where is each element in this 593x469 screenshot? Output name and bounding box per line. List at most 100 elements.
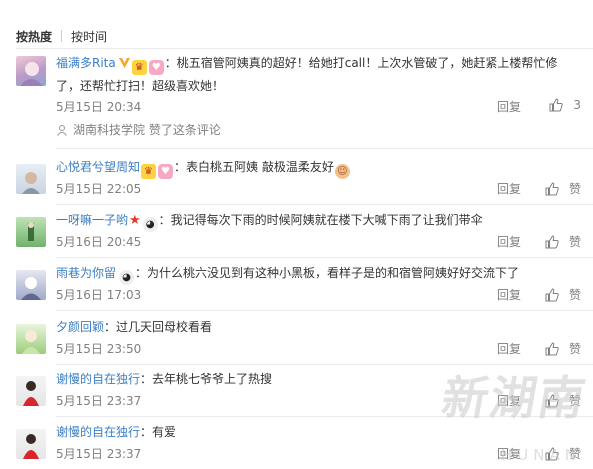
thumb-up-icon	[545, 393, 559, 407]
comment-item: 雨巷为你留 ◕ ：为什么桃六没见到有这种小黑板，看样子是的和宿管阿姨好好交流下了 5…	[16, 262, 593, 306]
reply-button[interactable]: 回复	[497, 98, 521, 115]
tabs-divider	[16, 48, 593, 49]
tab-sort-time[interactable]: 按时间	[71, 28, 107, 45]
like-button[interactable]: 赞	[545, 180, 581, 197]
username[interactable]: 心悦君兮望周知	[56, 160, 140, 174]
sort-tabs: 按热度 按时间	[16, 26, 107, 46]
comment-meta: 5月15日 23:37 回复 赞	[56, 392, 581, 410]
comment-body: 谢慢的自在独行：有爱	[56, 421, 581, 443]
comment-text: ：为什么桃六没见到有这种小黑板，看样子是的和宿管阿姨好好交流下了	[135, 266, 520, 280]
like-button[interactable]: 赞	[545, 340, 581, 357]
username[interactable]: 雨巷为你留	[56, 266, 116, 280]
username[interactable]: 夕颜回颖	[56, 320, 104, 334]
username[interactable]: 谢慢的自在独行	[56, 372, 140, 386]
comment-body: 福满多Rita ♛ ♥ ：桃五宿管阿姨真的超好！给她打call！上次水管破了，她赶紧上…	[56, 52, 581, 97]
like-label: 赞	[568, 342, 581, 356]
comment-body: 心悦君兮望周知 ♛ ♥ ：表白桃五阿姨 敲极温柔友好 ☺	[56, 156, 581, 179]
avatar[interactable]	[16, 164, 46, 194]
liked-by-line: 湖南科技学院 赞了这条评论	[56, 121, 221, 138]
avatar[interactable]	[16, 376, 46, 406]
avatar[interactable]	[16, 429, 46, 459]
comment-text: ：去年桃七爷爷上了热搜	[140, 372, 273, 386]
comment-item: 心悦君兮望周知 ♛ ♥ ：表白桃五阿姨 敲极温柔友好 ☺ 5月15日 22:05 回复 …	[16, 156, 593, 200]
crown-icon: ♛	[141, 164, 157, 179]
comment-meta: 5月15日 23:37 回复 赞	[56, 445, 581, 463]
reply-button[interactable]: 回复	[497, 233, 521, 250]
panda-emoji-icon: ◕	[142, 217, 158, 232]
user-icon	[57, 124, 67, 136]
avatar[interactable]	[16, 217, 46, 247]
tab-divider	[61, 30, 63, 42]
comment-text: ：有爱	[140, 425, 177, 439]
like-button[interactable]: 赞	[545, 233, 581, 250]
comment-text: ：桃五宿管阿姨真的超好！给她打call！上次水管破了，她赶紧上楼帮忙修	[164, 56, 558, 70]
comment-divider	[56, 416, 593, 417]
thumb-up-icon	[545, 234, 559, 248]
avatar-image	[20, 62, 43, 86]
comment-divider	[56, 148, 593, 149]
timestamp: 5月16日 20:45	[56, 235, 142, 249]
like-label: 赞	[568, 235, 581, 249]
username[interactable]: 福满多Rita	[56, 56, 116, 70]
comment-body: 雨巷为你留 ◕ ：为什么桃六没见到有这种小黑板，看样子是的和宿管阿姨好好交流下了	[56, 262, 581, 285]
like-button[interactable]: 赞	[545, 286, 581, 303]
reply-button[interactable]: 回复	[497, 340, 521, 357]
avatar-image	[22, 330, 40, 354]
timestamp: 5月15日 23:50	[56, 342, 142, 356]
like-button[interactable]: 3	[549, 98, 581, 112]
username[interactable]: 谢慢的自在独行	[56, 425, 140, 439]
comment-meta: 5月15日 23:50 回复 赞	[56, 340, 581, 358]
comment-meta: 5月15日 20:34 回复 3	[56, 98, 581, 116]
thumb-up-icon	[545, 341, 559, 355]
comment-meta: 5月16日 20:45 回复 赞	[56, 233, 581, 251]
reply-button[interactable]: 回复	[497, 180, 521, 197]
liked-text: 赞了这条评论	[148, 123, 221, 137]
reply-button[interactable]: 回复	[497, 286, 521, 303]
timestamp: 5月15日 23:37	[56, 447, 142, 461]
star-icon: ★	[129, 213, 141, 228]
like-button[interactable]: 赞	[545, 445, 581, 462]
avatar-image	[23, 381, 39, 406]
thumb-up-icon	[545, 287, 559, 301]
avatar-image	[28, 222, 34, 241]
like-count: 3	[573, 98, 581, 112]
username[interactable]: 一呀嘛一子哟	[56, 213, 128, 227]
avatar-image	[22, 172, 40, 194]
timestamp: 5月16日 17:03	[56, 288, 142, 302]
crown-icon: ♛	[131, 60, 147, 75]
avatar[interactable]	[16, 324, 46, 354]
comment-divider	[56, 204, 593, 205]
comment-text: ：我记得每次下雨的时候阿姨就在楼下大喊下雨了让我们带伞	[158, 213, 483, 227]
liker-name[interactable]: 湖南科技学院	[73, 121, 145, 138]
like-button[interactable]: 赞	[545, 392, 581, 409]
like-label: 赞	[568, 394, 581, 408]
comment-divider	[56, 257, 593, 258]
tab-sort-hot[interactable]: 按热度	[16, 28, 52, 45]
timestamp: 5月15日 23:37	[56, 394, 142, 408]
like-label: 赞	[568, 288, 581, 302]
comment-divider	[56, 310, 593, 311]
avatar[interactable]	[16, 56, 46, 86]
avatar-image	[23, 434, 39, 459]
comment-text-cont: 了，还帮忙打扫！超级喜欢她！	[56, 79, 225, 93]
comment-divider	[56, 364, 593, 365]
comment-meta: 5月16日 17:03 回复 赞	[56, 286, 581, 304]
comment-body: 夕颜回颖：过几天回母校看看	[56, 316, 581, 338]
like-label: 赞	[568, 182, 581, 196]
comment-item: 福满多Rita ♛ ♥ ：桃五宿管阿姨真的超好！给她打call！上次水管破了，她赶紧上…	[16, 54, 593, 140]
comment-body: 一呀嘛一子哟★ ◕ ：我记得每次下雨的时候阿姨就在楼下大喊下雨了让我们带伞	[56, 209, 581, 232]
reply-button[interactable]: 回复	[497, 445, 521, 462]
thumb-up-icon	[545, 446, 559, 460]
comment-item: 夕颜回颖：过几天回母校看看 5月15日 23:50 回复 赞	[16, 316, 593, 360]
comment-item: 一呀嘛一子哟★ ◕ ：我记得每次下雨的时候阿姨就在楼下大喊下雨了让我们带伞 5月16…	[16, 209, 593, 253]
like-label: 赞	[568, 447, 581, 461]
avatar-image	[21, 277, 41, 300]
heart-emoji-icon: ♥	[158, 164, 174, 179]
comment-body: 谢慢的自在独行：去年桃七爷爷上了热搜	[56, 368, 581, 390]
avatar[interactable]	[16, 270, 46, 300]
verified-badge-icon	[118, 54, 131, 68]
comment-text: ：表白桃五阿姨 敲极温柔友好	[174, 160, 334, 174]
panda-emoji-icon: ◕	[119, 270, 135, 285]
comment-meta: 5月15日 22:05 回复 赞	[56, 180, 581, 198]
reply-button[interactable]: 回复	[497, 392, 521, 409]
